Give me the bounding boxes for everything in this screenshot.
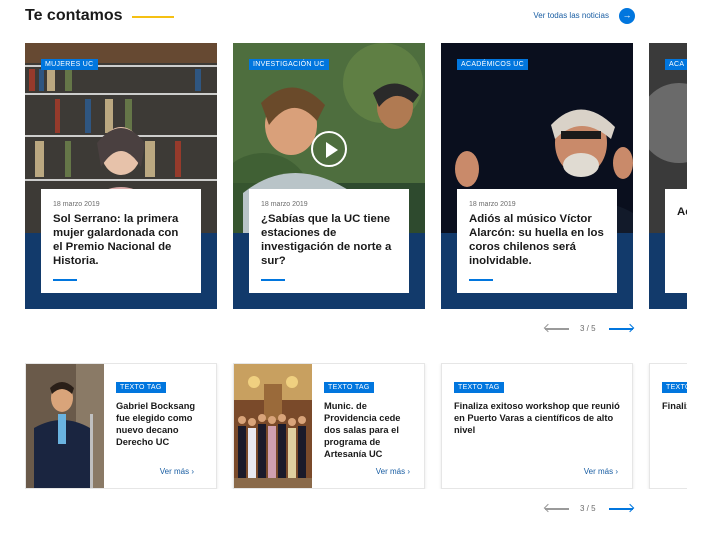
- news-card[interactable]: TEXTO TAG Finaliza exitoso workshop que …: [441, 363, 633, 489]
- tag-badge[interactable]: TEXTO TAG: [662, 382, 687, 393]
- card-text-box: 18 marzo 2019 Sol Serrano: la primera mu…: [41, 189, 201, 293]
- featured-carousel: MUJERES UC 18 marzo 2019 Sol Serrano: la…: [25, 43, 687, 309]
- card-underline: [261, 279, 285, 281]
- featured-card[interactable]: ACA Ac Al co ine: [649, 43, 687, 309]
- featured-pager: 3 / 5: [580, 324, 596, 333]
- news-carousel: TEXTO TAG Gabriel Bocksang fue elegido c…: [25, 363, 687, 489]
- title-accent-line: [132, 16, 174, 18]
- card-text-box: 18 marzo 2019 Adiós al músico Víctor Ala…: [457, 189, 617, 293]
- next-arrow-icon[interactable]: [609, 508, 633, 510]
- card-underline: [469, 279, 493, 281]
- featured-card[interactable]: ACADÉMICOS UC 18 marzo 2019 Adiós al mús…: [441, 43, 633, 309]
- news-content: TEXTO TAG Finaliza exitoso workshop que …: [454, 376, 622, 436]
- news-pager: 3 / 5: [580, 504, 596, 513]
- news-title[interactable]: Finaliz reunió de alto: [662, 400, 687, 412]
- category-badge[interactable]: ACA: [665, 59, 687, 70]
- news-content: TEXTO TAG Gabriel Bocksang fue elegido c…: [116, 376, 206, 448]
- card-text-box: 18 marzo 2019 ¿Sabías que la UC tiene es…: [249, 189, 409, 293]
- card-text-box: Ac Al co ine: [665, 189, 687, 293]
- card-date: 18 marzo 2019: [469, 201, 516, 208]
- news-card[interactable]: TEXTO TAG Munic. de Providencia cede dos…: [233, 363, 425, 489]
- card-title[interactable]: Adiós al músico Víctor Alarcón: su huell…: [469, 212, 605, 268]
- category-badge[interactable]: MUJERES UC: [41, 59, 98, 70]
- section-header: Te contamos Ver todas las noticias →: [25, 6, 635, 28]
- arrow-right-icon[interactable]: →: [619, 8, 635, 24]
- news-thumbnail: [26, 364, 104, 488]
- next-arrow-icon[interactable]: [609, 328, 633, 330]
- card-title[interactable]: Ac Al co ine: [677, 205, 687, 219]
- news-content: TEXTO TAG Finaliz reunió de alto: [662, 376, 687, 412]
- prev-arrow-icon[interactable]: [545, 508, 569, 510]
- play-icon[interactable]: [311, 131, 347, 167]
- news-title[interactable]: Finaliza exitoso workshop que reunió en …: [454, 400, 622, 436]
- news-thumbnail: [234, 364, 312, 488]
- prev-arrow-icon[interactable]: [545, 328, 569, 330]
- section-title: Te contamos: [25, 7, 123, 24]
- news-title[interactable]: Munic. de Providencia cede dos salas par…: [324, 400, 414, 460]
- card-date: 18 marzo 2019: [261, 201, 308, 208]
- read-more-link[interactable]: Ver más ›: [376, 467, 410, 476]
- tag-badge[interactable]: TEXTO TAG: [454, 382, 504, 393]
- read-more-link[interactable]: Ver más ›: [160, 467, 194, 476]
- featured-card[interactable]: MUJERES UC 18 marzo 2019 Sol Serrano: la…: [25, 43, 217, 309]
- news-card[interactable]: TEXTO TAG Finaliz reunió de alto: [649, 363, 687, 489]
- see-all-news-link[interactable]: Ver todas las noticias: [533, 11, 609, 20]
- card-date: 18 marzo 2019: [53, 201, 100, 208]
- tag-badge[interactable]: TEXTO TAG: [324, 382, 374, 393]
- card-title[interactable]: ¿Sabías que la UC tiene estaciones de in…: [261, 212, 397, 268]
- featured-card[interactable]: INVESTIGACIÓN UC 18 marzo 2019 ¿Sabías q…: [233, 43, 425, 309]
- category-badge[interactable]: INVESTIGACIÓN UC: [249, 59, 329, 70]
- tag-badge[interactable]: TEXTO TAG: [116, 382, 166, 393]
- card-underline: [53, 279, 77, 281]
- category-badge[interactable]: ACADÉMICOS UC: [457, 59, 529, 70]
- card-title[interactable]: Sol Serrano: la primera mujer galardonad…: [53, 212, 189, 268]
- news-content: TEXTO TAG Munic. de Providencia cede dos…: [324, 376, 414, 460]
- read-more-link[interactable]: Ver más ›: [584, 467, 618, 476]
- news-title[interactable]: Gabriel Bocksang fue elegido como nuevo …: [116, 400, 206, 448]
- news-card[interactable]: TEXTO TAG Gabriel Bocksang fue elegido c…: [25, 363, 217, 489]
